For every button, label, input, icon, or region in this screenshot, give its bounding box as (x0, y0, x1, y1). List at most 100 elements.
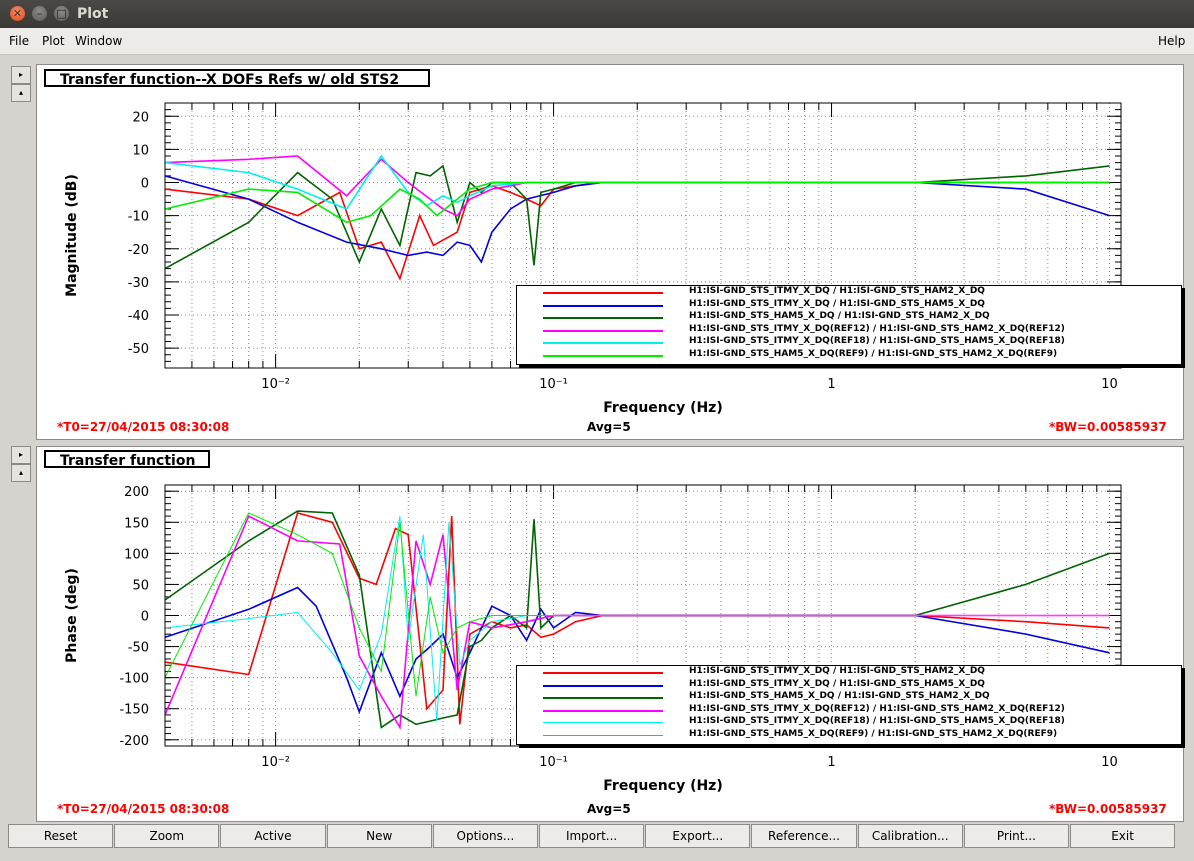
new-button[interactable]: New (326, 824, 432, 848)
avg-label: Avg=5 (587, 420, 631, 434)
reset-button[interactable]: Reset (8, 824, 114, 848)
x-axis-label: Frequency (Hz) (603, 400, 722, 416)
y-axis-label: Magnitude (dB) (64, 174, 80, 297)
menu-help[interactable]: Help (1158, 34, 1185, 48)
legend-swatch (543, 355, 663, 357)
x-tick-label: 10⁻² (261, 377, 290, 392)
x-tick-label: 10⁻¹ (539, 755, 568, 770)
y-tick-label: -50 (128, 641, 149, 656)
legend-swatch (543, 292, 663, 294)
magnitude-panel-title: Transfer function--X DOFs Refs w/ old ST… (44, 69, 430, 88)
legend-label: H1:ISI-GND_STS_ITMY_X_DQ(REF18) / H1:ISI… (689, 336, 1065, 347)
legend-swatch (543, 342, 663, 345)
legend-label: H1:ISI-GND_STS_ITMY_X_DQ / H1:ISI-GND_ST… (689, 666, 985, 676)
legend-entry: H1:ISI-GND_STS_ITMY_X_DQ / H1:ISI-GND_ST… (517, 678, 1181, 692)
close-icon[interactable]: ✕ (10, 6, 25, 21)
zoom-button[interactable]: Zoom (114, 824, 220, 848)
legend-swatch (543, 684, 663, 687)
collapse-arrow-icon[interactable]: ▴ (11, 84, 31, 102)
phase-panel: 200 150 100 50 0 -50 -100 -150 -200 10⁻² 10⁻¹ 1 10 Fr… (36, 446, 1184, 822)
menu-window[interactable]: Window (75, 34, 122, 48)
legend-entry: H1:ISI-GND_STS_HAM5_X_DQ(REF9) / H1:ISI-… (517, 349, 1181, 362)
x-tick-label: 10⁻¹ (539, 377, 568, 392)
x-tick-label: 10⁻² (261, 755, 290, 770)
legend-label: H1:ISI-GND_STS_ITMY_X_DQ / H1:ISI-GND_ST… (689, 286, 985, 296)
x-tick-label: 10 (1101, 377, 1118, 392)
window-title: Plot (77, 6, 109, 22)
menu-bar: File Plot Window Help (0, 28, 1194, 55)
y-tick-label: -100 (119, 672, 149, 687)
legend-swatch (543, 672, 663, 674)
t0-label: *T0=27/04/2015 08:30:08 (57, 420, 230, 434)
y-tick-label: -20 (128, 243, 149, 258)
menu-plot[interactable]: Plot (42, 34, 65, 48)
legend-swatch (543, 329, 663, 332)
collapse-arrow-icon-2[interactable]: ▴ (11, 464, 31, 482)
legend-entry: H1:ISI-GND_STS_ITMY_X_DQ / H1:ISI-GND_ST… (517, 298, 1181, 312)
legend-swatch (543, 317, 663, 320)
print-button[interactable]: Print... (963, 824, 1069, 848)
series-line-lime (164, 181, 1110, 224)
y-tick-label: 10 (132, 143, 149, 158)
bw-label: *BW=0.00585937 (1049, 420, 1167, 434)
avg-label-2: Avg=5 (587, 802, 631, 816)
magnitude-plot[interactable]: 20 10 0 -10 -20 -30 -40 -50 10⁻² 10⁻¹ 1 10 Frequency… (37, 65, 1183, 439)
y-axis-label: Phase (deg) (64, 568, 80, 663)
x-tick-label: 1 (827, 377, 835, 392)
legend-entry: H1:ISI-GND_STS_ITMY_X_DQ(REF12) / H1:ISI… (517, 703, 1181, 717)
active-button[interactable]: Active (220, 824, 326, 848)
reference-button[interactable]: Reference... (751, 824, 857, 848)
legend-entry: H1:ISI-GND_STS_HAM5_X_DQ / H1:ISI-GND_ST… (517, 691, 1181, 704)
legend-label: H1:ISI-GND_STS_HAM5_X_DQ / H1:ISI-GND_ST… (689, 311, 990, 322)
legend-entry: H1:ISI-GND_STS_ITMY_X_DQ(REF12) / H1:ISI… (517, 323, 1181, 337)
import-button[interactable]: Import... (539, 824, 645, 848)
maximize-icon[interactable]: □ (54, 6, 69, 21)
legend-swatch (543, 709, 663, 712)
t0-label-2: *T0=27/04/2015 08:30:08 (57, 802, 230, 816)
minimize-icon[interactable]: – (32, 6, 47, 21)
series-line-green (164, 164, 1110, 270)
exit-button[interactable]: Exit (1070, 824, 1176, 848)
legend-entry: H1:ISI-GND_STS_HAM5_X_DQ(REF9) / H1:ISI-… (517, 729, 1181, 742)
x-axis-label: Frequency (Hz) (603, 778, 722, 794)
legend-label: H1:ISI-GND_STS_ITMY_X_DQ(REF18) / H1:ISI… (689, 716, 1065, 727)
y-tick-label: 100 (124, 547, 149, 562)
phase-plot[interactable]: 200 150 100 50 0 -50 -100 -150 -200 10⁻² 10⁻¹ 1 10 Fr… (37, 447, 1183, 821)
phase-legend: H1:ISI-GND_STS_ITMY_X_DQ / H1:ISI-GND_ST… (516, 665, 1182, 745)
y-tick-label: -50 (128, 342, 149, 357)
y-tick-label: -150 (119, 703, 149, 718)
expand-arrow-icon[interactable]: ▸ (11, 66, 31, 84)
legend-swatch (543, 722, 663, 724)
legend-label: H1:ISI-GND_STS_HAM5_X_DQ(REF9) / H1:ISI-… (689, 729, 1058, 739)
legend-label: H1:ISI-GND_STS_ITMY_X_DQ(REF12) / H1:ISI… (689, 323, 1065, 334)
export-button[interactable]: Export... (645, 824, 751, 848)
y-tick-label: 20 (132, 110, 149, 125)
legend-label: H1:ISI-GND_STS_HAM5_X_DQ(REF9) / H1:ISI-… (689, 349, 1058, 359)
y-tick-label: -40 (128, 309, 149, 324)
legend-swatch (543, 735, 663, 736)
legend-label: H1:ISI-GND_STS_ITMY_X_DQ(REF12) / H1:ISI… (689, 703, 1065, 714)
legend-swatch (543, 304, 663, 307)
legend-entry: H1:ISI-GND_STS_ITMY_X_DQ(REF18) / H1:ISI… (517, 716, 1181, 729)
menu-file[interactable]: File (9, 34, 29, 48)
bw-label-2: *BW=0.00585937 (1049, 802, 1167, 816)
legend-label: H1:ISI-GND_STS_ITMY_X_DQ / H1:ISI-GND_ST… (689, 678, 985, 689)
magnitude-legend: H1:ISI-GND_STS_ITMY_X_DQ / H1:ISI-GND_ST… (516, 285, 1182, 365)
x-tick-label: 10 (1101, 755, 1118, 770)
y-tick-label: 50 (132, 578, 149, 593)
x-tick-label: 1 (827, 755, 835, 770)
legend-label: H1:ISI-GND_STS_ITMY_X_DQ / H1:ISI-GND_ST… (689, 298, 985, 309)
options-button[interactable]: Options... (432, 824, 538, 848)
y-tick-label: -30 (128, 276, 149, 291)
title-bar: ✕ – □ Plot (0, 0, 1194, 28)
expand-arrow-icon-2[interactable]: ▸ (11, 446, 31, 464)
series-line-red (164, 181, 1110, 281)
legend-entry: H1:ISI-GND_STS_ITMY_X_DQ / H1:ISI-GND_ST… (517, 286, 1181, 299)
calibration-button[interactable]: Calibration... (857, 824, 963, 848)
button-bar: Reset Zoom Active New Options... Import... Exp… (8, 824, 1188, 849)
legend-label: H1:ISI-GND_STS_HAM5_X_DQ / H1:ISI-GND_ST… (689, 691, 990, 702)
y-tick-label: 150 (124, 516, 149, 531)
y-tick-label: 0 (141, 177, 149, 192)
magnitude-panel: 20 10 0 -10 -20 -30 -40 -50 10⁻² 10⁻¹ 1 10 Frequency… (36, 64, 1184, 440)
legend-entry: H1:ISI-GND_STS_HAM5_X_DQ / H1:ISI-GND_ST… (517, 311, 1181, 324)
